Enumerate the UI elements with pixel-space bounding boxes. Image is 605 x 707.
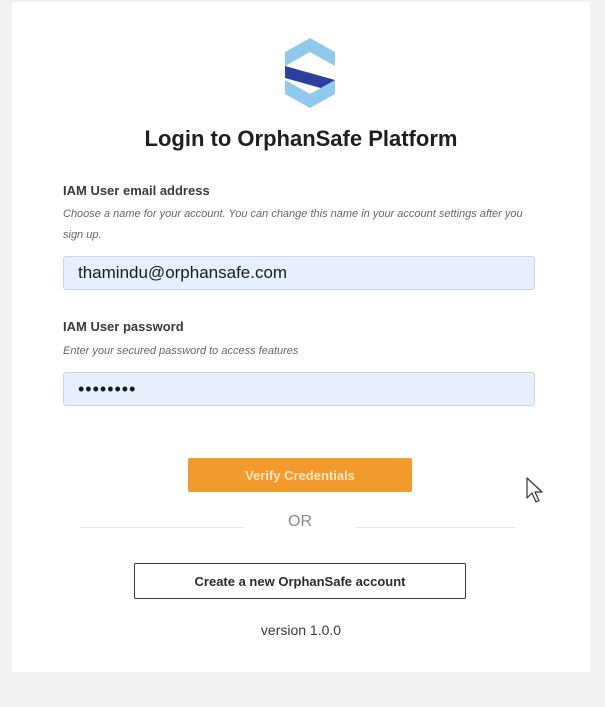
create-account-button[interactable]: Create a new OrphanSafe account bbox=[134, 563, 466, 599]
login-card: Login to OrphanSafe Platform IAM User em… bbox=[12, 2, 590, 672]
page: Login to OrphanSafe Platform IAM User em… bbox=[0, 0, 605, 707]
or-separator: OR bbox=[288, 513, 312, 530]
email-help-text: Choose a name for your account. You can … bbox=[63, 208, 523, 241]
password-field[interactable] bbox=[63, 372, 535, 406]
email-label: IAM User email address bbox=[63, 183, 210, 198]
email-field[interactable] bbox=[63, 256, 535, 290]
orphansafe-logo-icon bbox=[285, 38, 335, 108]
divider-right bbox=[355, 527, 515, 528]
divider-left bbox=[80, 527, 244, 528]
page-title: Login to OrphanSafe Platform bbox=[144, 126, 458, 151]
password-help-text: Enter your secured password to access fe… bbox=[63, 345, 299, 357]
mouse-pointer-icon bbox=[526, 477, 543, 503]
password-label: IAM User password bbox=[63, 319, 184, 334]
version-label: version 1.0.0 bbox=[260, 622, 342, 638]
verify-credentials-button[interactable]: Verify Credentials bbox=[188, 458, 412, 492]
